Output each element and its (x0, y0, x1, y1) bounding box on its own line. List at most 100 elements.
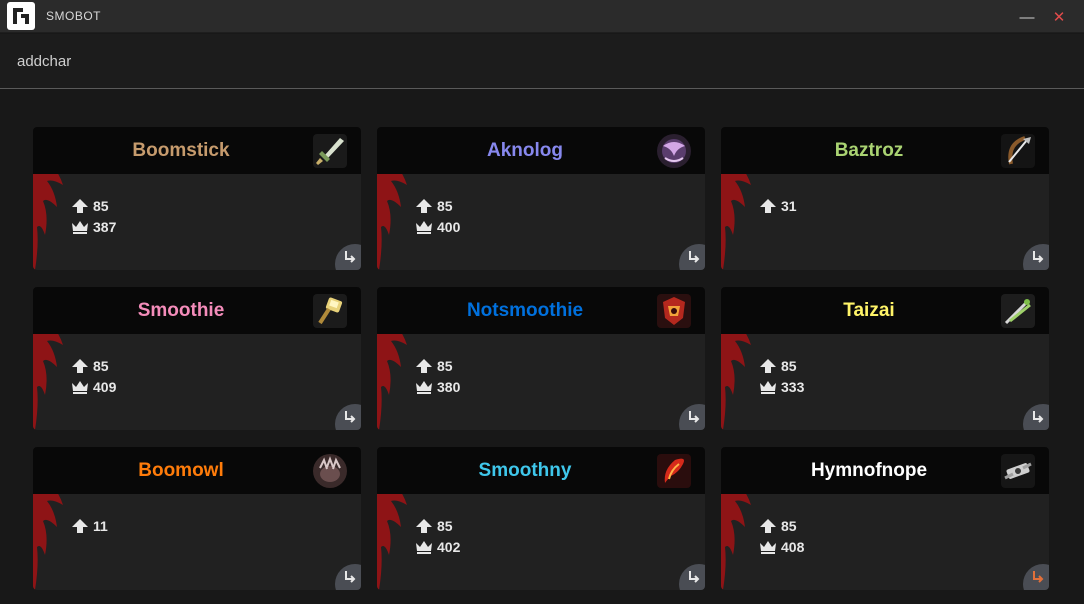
character-stats: 31 (759, 195, 797, 216)
arrow-up-icon (416, 198, 432, 213)
arrow-up-icon (72, 358, 88, 373)
sword-icon (313, 134, 347, 168)
level-value: 85 (437, 197, 453, 214)
item-level-value: 333 (781, 378, 805, 395)
character-name: Boomowl (138, 460, 224, 481)
arrow-up-icon (760, 358, 776, 373)
level-value: 31 (781, 197, 797, 214)
level-value: 85 (437, 517, 453, 534)
character-card[interactable]: Boomowl 11 (33, 447, 361, 590)
character-name: Smoothny (478, 460, 572, 481)
card-header: Taizai (721, 287, 1049, 334)
item-level-stat: 400 (415, 216, 460, 237)
app-logo (7, 2, 35, 30)
minimize-button[interactable]: — (1016, 6, 1038, 28)
card-header: Smoothny (377, 447, 705, 494)
character-name: Taizai (843, 300, 895, 321)
login-button[interactable] (679, 404, 705, 430)
totem-icon (657, 294, 691, 328)
login-button[interactable] (335, 244, 361, 270)
enter-arrow-icon (345, 571, 356, 583)
card-header: Baztroz (721, 127, 1049, 174)
level-value: 85 (93, 197, 109, 214)
character-card[interactable]: Aknolog 85 400 (377, 127, 705, 270)
login-button[interactable] (1023, 404, 1049, 430)
page-title: addchar (17, 52, 72, 70)
level-stat: 85 (415, 515, 460, 536)
item-level-value: 400 (437, 218, 461, 235)
character-name: Smoothie (137, 300, 225, 321)
crown-icon (72, 220, 88, 234)
login-button[interactable] (1023, 564, 1049, 590)
level-value: 85 (781, 517, 797, 534)
level-stat: 85 (759, 515, 804, 536)
enter-arrow-icon (689, 411, 700, 423)
level-stat: 85 (71, 195, 116, 216)
level-stat: 85 (415, 195, 460, 216)
character-card[interactable]: Baztroz 31 (721, 127, 1049, 270)
crown-icon (760, 380, 776, 394)
arrow-up-icon (760, 198, 776, 213)
enter-arrow-icon (1033, 411, 1044, 423)
fire-icon (657, 454, 691, 488)
bow-icon (1001, 134, 1035, 168)
level-stat: 85 (71, 355, 116, 376)
level-value: 85 (437, 357, 453, 374)
level-value: 85 (93, 357, 109, 374)
level-stat: 31 (759, 195, 797, 216)
crown-icon (416, 540, 432, 554)
character-name: Boomstick (132, 140, 230, 161)
crown-icon (760, 540, 776, 554)
character-stats: 85 408 (759, 515, 804, 557)
login-button[interactable] (679, 244, 705, 270)
item-level-stat: 409 (71, 376, 116, 397)
crown-icon (416, 220, 432, 234)
character-grid: Boomstick 85 387 Aknolog 85 400 Baztroz 31 Smoot… (0, 90, 1084, 604)
character-card[interactable]: Smoothie 85 409 (33, 287, 361, 430)
enter-arrow-icon (1033, 571, 1044, 583)
close-button[interactable]: ✕ (1048, 6, 1070, 28)
enter-arrow-icon (345, 411, 356, 423)
level-stat: 85 (759, 355, 804, 376)
character-name: Aknolog (487, 140, 563, 161)
item-level-value: 380 (437, 378, 461, 395)
item-level-stat: 380 (415, 376, 460, 397)
shadow-icon (657, 134, 691, 168)
app-title: SMOBOT (46, 9, 102, 23)
login-button[interactable] (335, 564, 361, 590)
character-name: Hymnofnope (810, 460, 928, 481)
arrow-up-icon (416, 358, 432, 373)
enter-arrow-icon (1033, 251, 1044, 263)
enter-arrow-icon (345, 251, 356, 263)
card-header: Notsmoothie (377, 287, 705, 334)
enter-arrow-icon (689, 251, 700, 263)
character-card[interactable]: Notsmoothie 85 380 (377, 287, 705, 430)
character-card[interactable]: Hymnofnope 85 408 (721, 447, 1049, 590)
paw-icon (313, 454, 347, 488)
character-card[interactable]: Boomstick 85 387 (33, 127, 361, 270)
arrow-up-icon (72, 198, 88, 213)
hammer-icon (313, 294, 347, 328)
character-stats: 85 402 (415, 515, 460, 557)
holy-icon (1001, 454, 1035, 488)
crown-icon (416, 380, 432, 394)
item-level-stat: 408 (759, 536, 804, 557)
login-button[interactable] (335, 404, 361, 430)
item-level-value: 408 (781, 538, 805, 555)
login-button[interactable] (1023, 244, 1049, 270)
item-level-value: 409 (93, 378, 117, 395)
character-stats: 85 400 (415, 195, 460, 237)
login-button[interactable] (679, 564, 705, 590)
item-level-stat: 402 (415, 536, 460, 557)
item-level-value: 387 (93, 218, 117, 235)
character-name: Baztroz (834, 140, 904, 161)
arrow-up-icon (760, 518, 776, 533)
crown-icon (72, 380, 88, 394)
arrow-up-icon (72, 518, 88, 533)
arrow-up-icon (416, 518, 432, 533)
level-value: 11 (93, 517, 108, 534)
character-card[interactable]: Taizai 85 333 (721, 287, 1049, 430)
page-header: addchar (0, 34, 1084, 89)
level-value: 85 (781, 357, 797, 374)
character-card[interactable]: Smoothny 85 402 (377, 447, 705, 590)
